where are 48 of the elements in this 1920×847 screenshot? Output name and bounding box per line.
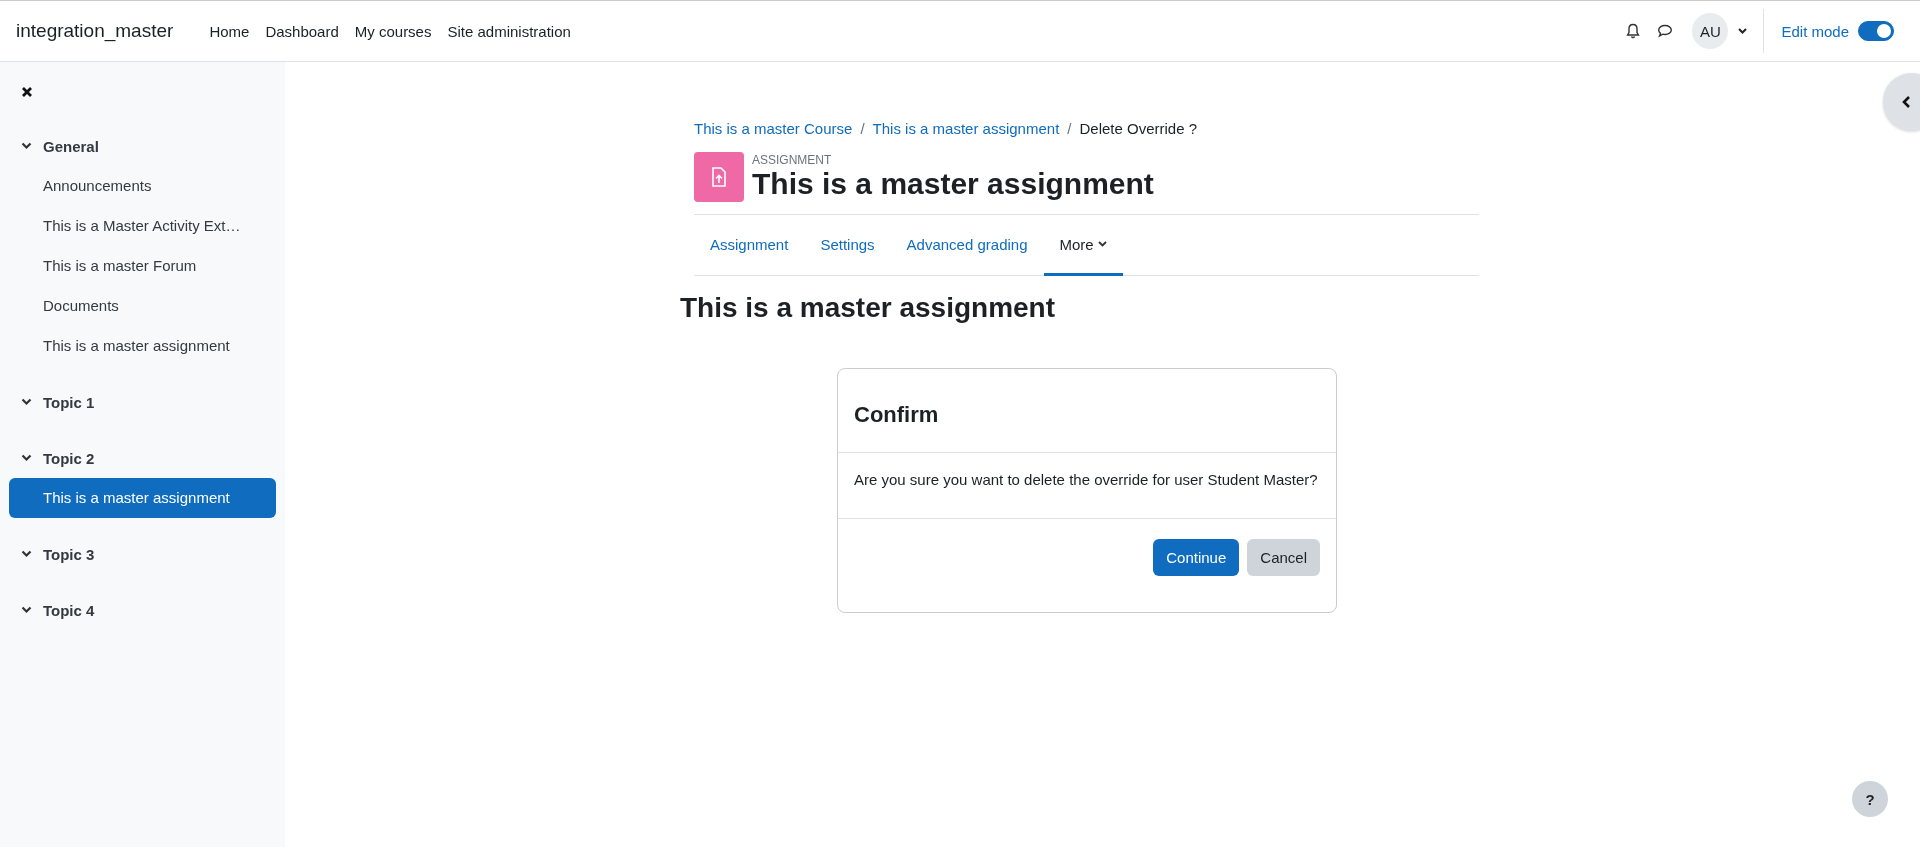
- cancel-button[interactable]: Cancel: [1247, 539, 1320, 576]
- nav-link[interactable]: Home: [209, 22, 250, 40]
- sidebar-item[interactable]: Announcements: [9, 166, 276, 206]
- assignment-icon: [694, 152, 744, 202]
- continue-button[interactable]: Continue: [1153, 539, 1240, 576]
- activity-title: This is a master assignment: [752, 167, 1154, 201]
- site-name[interactable]: integration_master: [16, 20, 174, 42]
- nav-link[interactable]: Dashboard: [265, 22, 339, 40]
- nav-link[interactable]: My courses: [354, 22, 432, 40]
- breadcrumb-link[interactable]: This is a master assignment: [872, 119, 1060, 137]
- edit-mode-switch[interactable]: [1858, 21, 1894, 41]
- section-title[interactable]: Topic 3: [43, 545, 95, 563]
- tab[interactable]: More: [1043, 215, 1123, 276]
- chevron-left-icon[interactable]: [1901, 95, 1911, 109]
- tab[interactable]: Settings: [804, 215, 891, 276]
- help-button[interactable]: ?: [1852, 781, 1888, 817]
- caret-icon[interactable]: [1738, 28, 1748, 34]
- section-title[interactable]: Topic 1: [43, 393, 95, 411]
- chevron-icon[interactable]: [21, 142, 32, 150]
- sidebar-item[interactable]: This is a Master Activity Ext…: [9, 206, 276, 246]
- sidebar-item[interactable]: This is a master Forum: [9, 246, 276, 286]
- breadcrumb-separator: /: [1067, 119, 1072, 137]
- section-title[interactable]: Topic 4: [43, 601, 95, 619]
- tab[interactable]: Advanced grading: [890, 215, 1044, 276]
- chevron-icon[interactable]: [21, 398, 32, 406]
- sidebar-item[interactable]: This is a master assignment: [9, 478, 276, 518]
- chat-bubble-icon[interactable]: [1657, 24, 1674, 38]
- nav-link[interactable]: Site administration: [447, 22, 571, 40]
- chevron-icon[interactable]: [21, 606, 32, 614]
- user-avatar[interactable]: AU: [1692, 13, 1729, 49]
- dialog-title: Confirm: [838, 369, 1336, 453]
- chevron-icon[interactable]: [21, 454, 32, 462]
- close-icon[interactable]: [21, 86, 33, 98]
- sidebar-item[interactable]: Documents: [9, 286, 276, 326]
- caret-icon[interactable]: [1097, 241, 1107, 247]
- section-title[interactable]: General: [43, 137, 99, 155]
- edit-mode-label: Edit mode: [1781, 22, 1849, 40]
- breadcrumb-link[interactable]: This is a master Course: [694, 119, 853, 137]
- activity-type-label: ASSIGNMENT: [752, 153, 833, 167]
- notification-bell-icon[interactable]: [1626, 23, 1641, 39]
- breadcrumb-current: Delete Override ?: [1079, 119, 1198, 137]
- dialog-message: Are you sure you want to delete the override for user Student Master?: [838, 453, 1336, 519]
- chevron-icon[interactable]: [21, 550, 32, 558]
- tab[interactable]: Assignment: [694, 215, 805, 276]
- section-title[interactable]: Topic 2: [43, 449, 95, 467]
- breadcrumb-separator: /: [860, 119, 865, 137]
- page-heading: This is a master assignment: [680, 292, 1057, 324]
- sidebar-item[interactable]: This is a master assignment: [9, 326, 276, 366]
